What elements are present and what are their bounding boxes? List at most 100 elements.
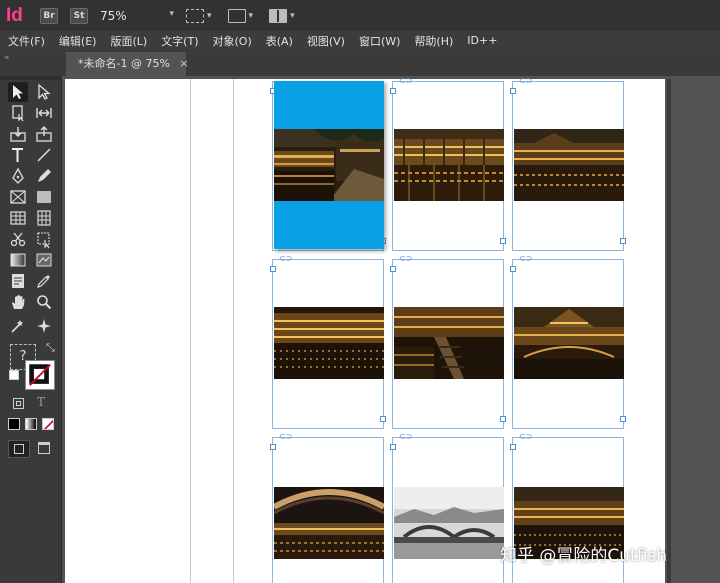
link-icon[interactable]: ⊂⊃	[519, 254, 533, 263]
link-icon[interactable]: ⊂⊃	[279, 254, 293, 263]
apply-color-icon[interactable]	[8, 418, 20, 430]
stock-button[interactable]: St	[70, 7, 88, 24]
content-collector-icon	[10, 127, 26, 142]
document-tab[interactable]: *未命名-1 @ 75% ×	[66, 52, 189, 76]
sparkle-icon	[37, 319, 51, 333]
frame-handle[interactable]	[500, 238, 506, 244]
document-page[interactable]: ⊂⊃ ⊂⊃ ⊂⊃ ⊂⊃ ⊂⊃ ⊂⊃ ⊂⊃ ⊂⊃	[65, 76, 665, 583]
sparkle-tool[interactable]	[34, 316, 54, 336]
default-fill-stroke-icon[interactable]	[9, 370, 19, 380]
line-tool[interactable]	[34, 145, 54, 165]
link-icon[interactable]: ⊂⊃	[399, 254, 413, 263]
frame-handle[interactable]	[510, 266, 516, 272]
pencil-tool[interactable]	[34, 166, 54, 186]
apply-none-icon[interactable]	[42, 418, 54, 430]
grayscale-bridge-photo[interactable]	[394, 487, 504, 559]
arrange-documents[interactable]: ▾	[269, 8, 295, 23]
direct-selection-tool[interactable]	[34, 82, 54, 102]
menu-layout[interactable]: 版面(L)	[110, 33, 147, 49]
frame-handle[interactable]	[390, 444, 396, 450]
tools-panel-grip[interactable]	[0, 76, 62, 80]
vertical-grid-tool[interactable]	[34, 208, 54, 228]
view-options[interactable]: ▾	[186, 8, 212, 23]
rectangle-tool[interactable]	[34, 187, 54, 207]
margin-guide	[233, 79, 234, 583]
page-tool[interactable]	[8, 103, 28, 123]
collapse-panel-icon[interactable]: «	[4, 53, 10, 63]
village-night-photo[interactable]	[394, 307, 504, 379]
frame-handle[interactable]	[390, 266, 396, 272]
village-night-photo[interactable]	[274, 129, 384, 201]
bridge-arch-night-photo[interactable]	[274, 487, 384, 559]
gap-tool[interactable]	[34, 103, 54, 123]
frame-handle[interactable]	[390, 88, 396, 94]
pen-tool[interactable]	[8, 166, 28, 186]
table-tool[interactable]	[8, 208, 28, 228]
frame-handle[interactable]	[620, 416, 626, 422]
frame-handle[interactable]	[500, 416, 506, 422]
village-night-photo[interactable]	[514, 307, 624, 379]
formatting-text-icon[interactable]: T	[37, 395, 45, 409]
arrange-documents-icon	[269, 8, 288, 23]
menu-help[interactable]: 帮助(H)	[414, 33, 453, 49]
link-icon[interactable]: ⊂⊃	[399, 76, 413, 85]
magnifier-icon	[37, 295, 52, 310]
village-night-photo[interactable]	[514, 129, 624, 201]
rectangle-icon	[37, 191, 51, 203]
frame-handle[interactable]	[270, 444, 276, 450]
menu-edit[interactable]: 编辑(E)	[59, 33, 97, 49]
swap-fill-stroke-icon[interactable]: ⤡	[46, 341, 55, 355]
chevron-down-icon: ▾	[290, 10, 295, 21]
free-transform-tool[interactable]	[34, 229, 54, 249]
menu-window[interactable]: 窗口(W)	[359, 33, 400, 49]
bridge-button[interactable]: Br	[40, 7, 58, 24]
gradient-feather-icon	[36, 253, 52, 267]
link-icon[interactable]: ⊂⊃	[279, 432, 293, 441]
frame-handle[interactable]	[270, 266, 276, 272]
rectangle-frame-tool[interactable]	[8, 187, 28, 207]
none-stroke-icon	[29, 364, 51, 386]
link-icon[interactable]: ⊂⊃	[519, 76, 533, 85]
gradient-swatch-tool[interactable]	[8, 250, 28, 270]
frame-handle[interactable]	[620, 238, 626, 244]
content-collector-tool[interactable]	[8, 124, 28, 144]
gradient-feather-tool[interactable]	[34, 250, 54, 270]
selection-arrow-icon	[13, 85, 23, 99]
stroke-swatch[interactable]	[25, 360, 55, 390]
menu-object[interactable]: 对象(O)	[213, 33, 252, 49]
table-icon	[10, 211, 26, 225]
close-icon[interactable]: ×	[179, 57, 188, 70]
frame-handle[interactable]	[380, 416, 386, 422]
menu-type[interactable]: 文字(T)	[161, 33, 198, 49]
screen-mode-preview-icon[interactable]	[38, 442, 50, 454]
screen-mode-icon	[227, 8, 246, 23]
type-icon	[12, 148, 23, 162]
note-tool[interactable]	[8, 271, 28, 291]
zoom-level-select[interactable]: 75% ▾	[100, 9, 174, 23]
frame-handle[interactable]	[510, 88, 516, 94]
chevron-down-icon: ▾	[207, 10, 212, 21]
link-icon[interactable]: ⊂⊃	[519, 432, 533, 441]
format-painter-tool[interactable]	[8, 316, 28, 336]
hand-tool[interactable]	[8, 292, 28, 312]
link-icon[interactable]: ⊂⊃	[399, 432, 413, 441]
apply-gradient-icon[interactable]	[25, 418, 37, 430]
menu-id-plus[interactable]: ID++	[467, 34, 497, 47]
menu-table[interactable]: 表(A)	[266, 33, 293, 49]
village-night-photo[interactable]	[394, 129, 504, 201]
direct-selection-arrow-icon	[38, 83, 51, 100]
content-placer-tool[interactable]	[34, 124, 54, 144]
eyedropper-tool[interactable]	[34, 271, 54, 291]
screen-mode-normal-icon[interactable]	[8, 440, 30, 458]
menu-view[interactable]: 视图(V)	[307, 33, 345, 49]
frame-handle[interactable]	[510, 444, 516, 450]
type-tool[interactable]	[8, 145, 28, 165]
view-options-icon	[186, 8, 204, 23]
menu-file[interactable]: 文件(F)	[8, 33, 45, 49]
selection-tool[interactable]	[8, 82, 28, 102]
screen-mode[interactable]: ▾	[227, 8, 253, 23]
zoom-tool[interactable]	[34, 292, 54, 312]
scissors-tool[interactable]	[8, 229, 28, 249]
formatting-container-icon[interactable]	[13, 398, 24, 409]
village-night-photo[interactable]	[274, 307, 384, 379]
